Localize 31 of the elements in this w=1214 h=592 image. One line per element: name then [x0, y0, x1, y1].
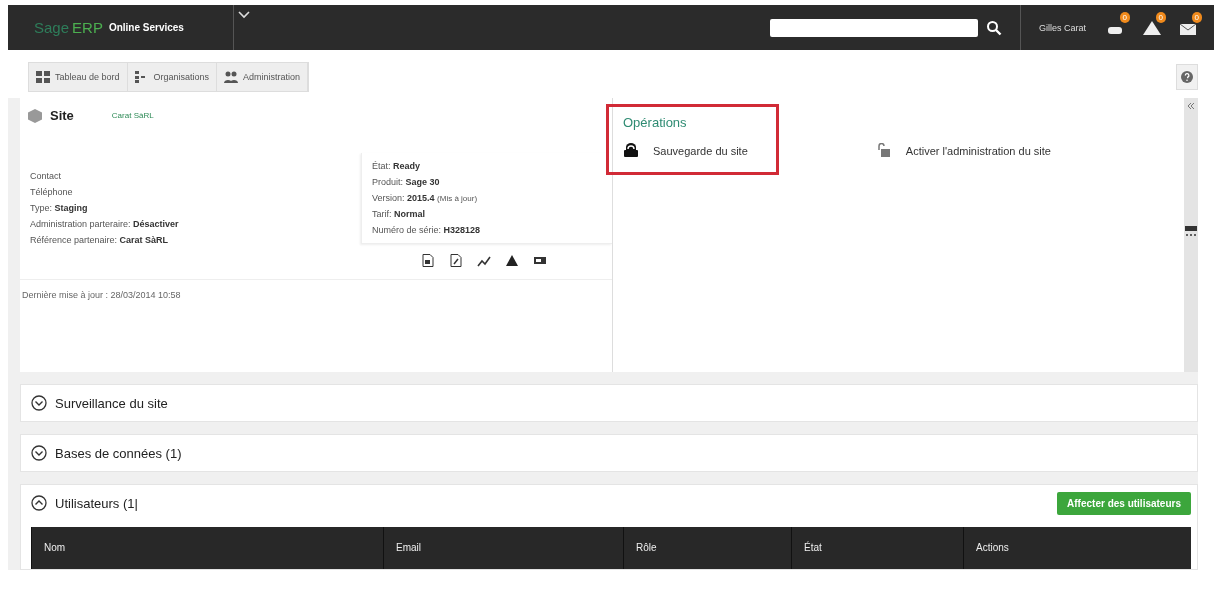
organisation-link[interactable]: Carat SàRL	[111, 111, 154, 120]
column-header[interactable]: Rôle	[623, 527, 791, 569]
column-header[interactable]: Actions	[963, 527, 1191, 569]
site-detail: Produit: Sage 30	[372, 177, 441, 187]
notification-badge: 0	[1191, 11, 1202, 23]
column-header[interactable]: État	[791, 527, 963, 569]
column-header[interactable]: Email	[383, 527, 623, 569]
site-detail: Tarif: Normal	[372, 209, 427, 219]
section-title[interactable]: Bases de connées (1)	[55, 445, 182, 461]
logo-brand: ERP	[72, 19, 103, 36]
user-name[interactable]: Gilles Carat	[1039, 22, 1086, 33]
site-detail: État: Ready	[372, 161, 422, 171]
operations-title: Opérations	[623, 115, 687, 130]
site-field: Administration parteraire: Désactiver	[30, 219, 361, 229]
column-header[interactable]: Nom	[31, 527, 383, 569]
section-title[interactable]: Utilisateurs (1|	[55, 495, 138, 511]
logo-product: Online Services	[108, 22, 184, 33]
site-field: Téléphone	[30, 187, 361, 197]
section-title[interactable]: Surveillance du site	[55, 395, 168, 411]
notification-badge: 0	[1155, 11, 1166, 23]
site-detail: Version: 2015.4 (Mis à jour)	[372, 193, 479, 203]
logo-brand: Sage	[34, 19, 70, 36]
operation-link[interactable]: Sauvegarde du site	[623, 143, 748, 158]
notification-badge: 0	[1119, 11, 1130, 23]
site-field: Référence partenaire: Carat SàRL	[30, 235, 361, 245]
operation-link[interactable]: Activer l'administration du site	[875, 143, 1051, 158]
last-update-text: Dernière mise à jour : 28/03/2014 10:58	[20, 279, 612, 310]
site-detail: Numéro de série: H328128	[372, 225, 482, 235]
site-field: Contact	[30, 171, 361, 181]
site-field: Type: Staging	[30, 203, 361, 213]
site-title: Site	[50, 108, 74, 123]
